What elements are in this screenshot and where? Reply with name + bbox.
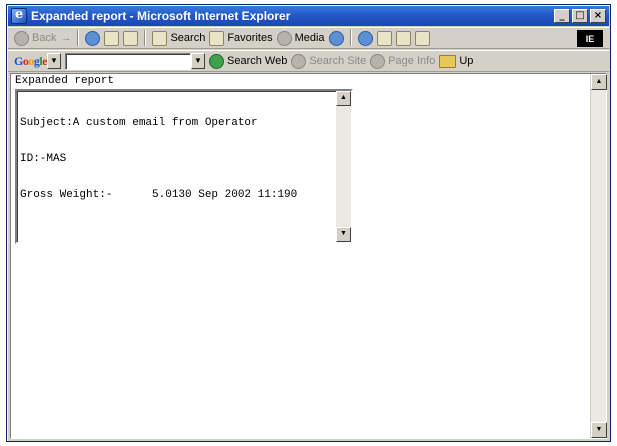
- toolbar-separator: [144, 30, 147, 46]
- back-arrow-icon: [14, 30, 29, 46]
- search-web-icon: [209, 53, 225, 69]
- maximize-button[interactable]: □: [572, 9, 588, 23]
- search-label: Search: [170, 32, 206, 44]
- report-line-id: ID:-MAS: [20, 153, 67, 165]
- report-textarea[interactable]: Subject:A custom email from Operator ID:…: [15, 89, 353, 244]
- search-site-icon: [291, 53, 307, 69]
- print-icon: [376, 30, 392, 46]
- page-scrollbar[interactable]: ▲ ▼: [590, 74, 607, 438]
- search-site-button[interactable]: Search Site: [291, 53, 367, 69]
- report-text: Subject:A custom email from Operator ID:…: [20, 93, 333, 225]
- media-icon: [276, 30, 292, 46]
- print-button[interactable]: [376, 30, 392, 46]
- folder-up-icon: [439, 54, 457, 68]
- scroll-up-arrow-icon[interactable]: ▲: [591, 74, 607, 90]
- up-label: Up: [459, 55, 474, 67]
- window-title: Expanded report - Microsoft Internet Exp…: [31, 9, 291, 23]
- history-icon: [328, 30, 344, 46]
- google-logo[interactable]: Google: [14, 54, 47, 69]
- edit-icon: [395, 30, 411, 46]
- mail-icon: [357, 30, 373, 46]
- textarea-scrollbar[interactable]: ▲ ▼: [336, 91, 351, 242]
- media-label: Media: [294, 32, 325, 44]
- search-button[interactable]: Search: [152, 30, 206, 46]
- mail-button[interactable]: [357, 30, 373, 46]
- page-content: Expanded report Subject:A custom email f…: [10, 73, 607, 439]
- search-icon: [152, 30, 168, 46]
- page-title: Expanded report: [15, 75, 115, 87]
- report-line-subject: Subject:A custom email from Operator: [20, 117, 258, 129]
- home-icon: [123, 30, 139, 46]
- scroll-up-arrow-icon[interactable]: ▲: [336, 91, 351, 106]
- toolbar-separator: [77, 30, 80, 46]
- refresh-icon: [104, 30, 120, 46]
- google-toolbar: Google ▼ ▼ Search Web Search Site Page I…: [8, 50, 609, 72]
- back-button[interactable]: Back: [14, 30, 57, 46]
- home-button[interactable]: [123, 30, 139, 46]
- stop-icon: [85, 30, 101, 46]
- standard-toolbar: Back → Search Favorites Media IE: [8, 27, 609, 49]
- close-button[interactable]: ×: [590, 9, 606, 23]
- toolbar-separator: [349, 30, 352, 46]
- edit-button[interactable]: [395, 30, 411, 46]
- title-bar[interactable]: Expanded report - Microsoft Internet Exp…: [8, 6, 609, 26]
- up-button[interactable]: Up: [439, 54, 474, 68]
- scroll-down-arrow-icon[interactable]: ▼: [336, 227, 351, 242]
- media-button[interactable]: Media: [276, 30, 325, 46]
- search-history-dropdown[interactable]: ▼: [191, 53, 206, 69]
- google-search-input[interactable]: [65, 52, 192, 70]
- scroll-down-arrow-icon[interactable]: ▼: [591, 422, 607, 438]
- page-info-icon: [370, 53, 386, 69]
- ie-icon[interactable]: [11, 7, 27, 24]
- page-info-button[interactable]: Page Info: [370, 53, 436, 69]
- discuss-icon: [414, 30, 430, 46]
- history-button[interactable]: [328, 30, 344, 46]
- discuss-button[interactable]: [414, 30, 430, 46]
- minimize-button[interactable]: _: [554, 9, 570, 23]
- stop-button[interactable]: [85, 30, 101, 46]
- windows-logo-throbber: IE: [577, 30, 603, 47]
- favorites-button[interactable]: Favorites: [209, 30, 273, 46]
- favorites-icon: [209, 30, 225, 46]
- window-controls: _ □ ×: [554, 9, 606, 23]
- favorites-label: Favorites: [227, 32, 273, 44]
- refresh-button[interactable]: [104, 30, 120, 46]
- forward-button[interactable]: →: [60, 32, 71, 44]
- forward-arrow-icon: →: [60, 32, 72, 44]
- search-web-button[interactable]: Search Web: [209, 53, 288, 69]
- browser-window: Expanded report - Microsoft Internet Exp…: [6, 4, 611, 442]
- back-label: Back: [32, 32, 57, 44]
- report-line-gross-weight: Gross Weight:- 5.0130 Sep 2002 11:190: [20, 189, 298, 201]
- google-menu-chevron-icon[interactable]: ▼: [47, 53, 62, 69]
- search-site-label: Search Site: [309, 55, 367, 67]
- page-info-label: Page Info: [388, 55, 436, 67]
- search-web-label: Search Web: [227, 55, 288, 67]
